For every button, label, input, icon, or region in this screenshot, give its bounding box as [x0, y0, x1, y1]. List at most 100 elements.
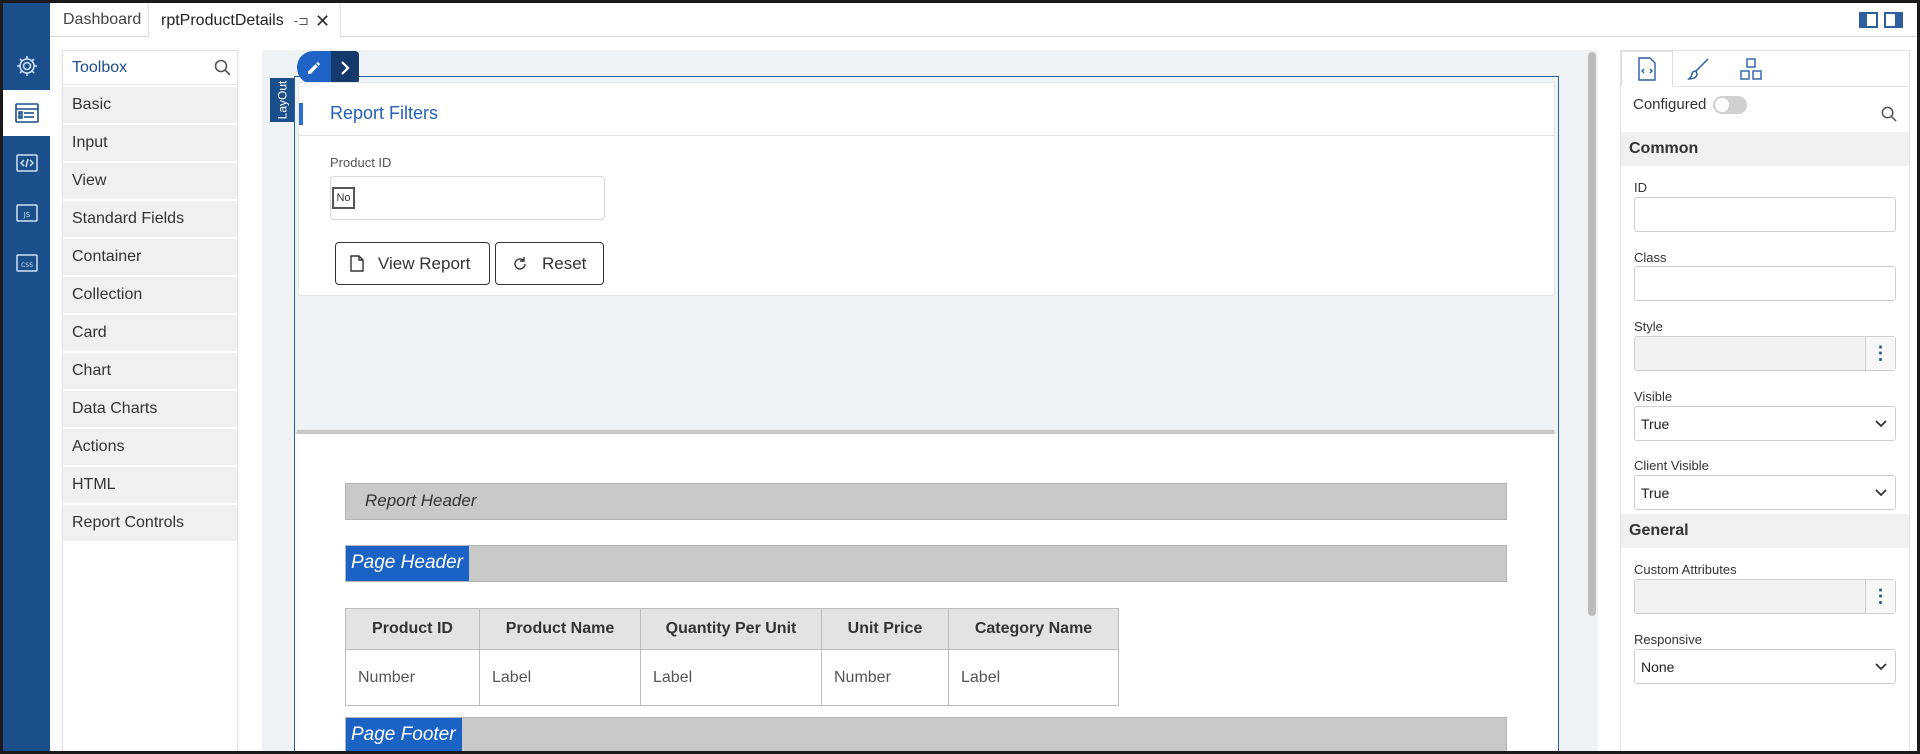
tab-rptproductdetails[interactable]: rptProductDetails -⊐ ✕: [148, 3, 342, 38]
toolbox-header: Toolbox: [63, 51, 237, 85]
right-panel-toggle-icon[interactable]: [1884, 12, 1903, 28]
table-cell[interactable]: Label: [948, 649, 1119, 706]
page-header-band[interactable]: Page Header: [345, 545, 1507, 582]
table-cell[interactable]: Label: [640, 649, 822, 706]
left-icon-rail: JS CSS: [3, 3, 50, 751]
table-header-cell[interactable]: Unit Price: [821, 608, 949, 650]
visible-select[interactable]: True: [1634, 406, 1896, 441]
js-icon[interactable]: JS: [3, 190, 50, 236]
toolbox-title: Toolbox: [72, 58, 128, 76]
toolbox-item-container[interactable]: Container: [63, 239, 237, 275]
divider: [299, 135, 1554, 136]
chevron-down-icon: [1875, 663, 1887, 671]
toolbox-item-card[interactable]: Card: [63, 315, 237, 351]
client-visible-label: Client Visible: [1634, 458, 1709, 473]
table-header-row: Product ID Product Name Quantity Per Uni…: [345, 608, 1119, 650]
chevron-down-icon: [1875, 420, 1887, 428]
filters-title: Report Filters: [299, 103, 438, 125]
toolbox-item-basic[interactable]: Basic: [63, 87, 237, 123]
toolbox-item-actions[interactable]: Actions: [63, 429, 237, 465]
reset-button[interactable]: Reset: [495, 242, 604, 285]
toolbox-item-view[interactable]: View: [63, 163, 237, 199]
canvas-scrollbar[interactable]: [1588, 52, 1596, 616]
toolbox-panel: Toolbox Basic Input View Standard Fields…: [62, 50, 238, 754]
table-header-cell[interactable]: Quantity Per Unit: [640, 608, 822, 650]
page-footer-band[interactable]: Page Footer: [345, 717, 1507, 754]
tab-components[interactable]: [1725, 51, 1777, 87]
chevron-right-icon[interactable]: [331, 51, 359, 84]
layout-tag[interactable]: LayOut: [270, 78, 294, 122]
report-header-label: Report Header: [365, 491, 477, 510]
table-cell[interactable]: Number: [821, 649, 949, 706]
report-design-area: [295, 434, 1558, 754]
class-input[interactable]: [1634, 266, 1896, 301]
view-report-button[interactable]: View Report: [335, 242, 490, 285]
visible-label: Visible: [1634, 389, 1673, 404]
reset-label: Reset: [542, 253, 587, 273]
toolbox-item-collection[interactable]: Collection: [63, 277, 237, 313]
svg-text:JS: JS: [22, 211, 30, 219]
search-icon[interactable]: [214, 59, 231, 81]
settings-gear-icon[interactable]: [3, 43, 50, 89]
document-icon: [350, 255, 364, 272]
tab-dashboard[interactable]: Dashboard: [63, 3, 141, 37]
tab-styles[interactable]: [1673, 51, 1725, 87]
svg-text:CSS: CSS: [21, 262, 33, 269]
table-header-cell[interactable]: Category Name: [948, 608, 1119, 650]
responsive-select[interactable]: None: [1634, 649, 1896, 684]
pencil-icon[interactable]: [297, 51, 331, 84]
code-icon[interactable]: [3, 140, 50, 186]
view-report-label: View Report: [378, 253, 471, 273]
properties-panel: Configured Common ID Class Style ⋮ Visib…: [1620, 50, 1910, 754]
css-icon[interactable]: CSS: [3, 240, 50, 286]
report-filters-card[interactable]: Report Filters Product ID No View Report…: [298, 82, 1555, 296]
close-icon[interactable]: ✕: [315, 12, 330, 30]
layout-toggle-group: [1859, 12, 1903, 28]
style-label: Style: [1634, 319, 1663, 334]
product-id-checkbox[interactable]: No: [332, 187, 355, 209]
toolbox-item-standard-fields[interactable]: Standard Fields: [63, 201, 237, 237]
product-id-field[interactable]: No: [330, 176, 605, 220]
form-designer-icon[interactable]: [3, 90, 50, 136]
configured-toggle[interactable]: [1713, 96, 1747, 114]
more-options-icon[interactable]: ⋮: [1865, 337, 1895, 370]
custom-attributes-label: Custom Attributes: [1634, 562, 1737, 577]
more-options-icon[interactable]: ⋮: [1865, 580, 1895, 613]
table-row: Number Label Label Number Label: [345, 649, 1119, 706]
client-visible-select[interactable]: True: [1634, 475, 1896, 510]
report-detail-table[interactable]: Product ID Product Name Quantity Per Uni…: [345, 608, 1119, 706]
table-cell[interactable]: Number: [345, 649, 480, 706]
toolbox-item-input[interactable]: Input: [63, 125, 237, 161]
document-tab-bar: Dashboard rptProductDetails -⊐ ✕: [50, 3, 1917, 38]
page-header-label: Page Header: [346, 546, 469, 581]
toolbox-category-list: Basic Input View Standard Fields Contain…: [63, 85, 237, 541]
pin-icon[interactable]: -⊐: [294, 13, 309, 29]
tab-dashboard-label: Dashboard: [63, 11, 142, 28]
brush-icon: [1687, 58, 1709, 80]
section-general[interactable]: General: [1621, 514, 1909, 548]
page-footer-label: Page Footer: [346, 718, 462, 753]
style-input[interactable]: ⋮: [1634, 336, 1896, 371]
left-panel-toggle-icon[interactable]: [1859, 12, 1878, 28]
shapes-icon: [1740, 58, 1762, 80]
table-header-cell[interactable]: Product Name: [479, 608, 641, 650]
class-label: Class: [1634, 250, 1667, 265]
table-cell[interactable]: Label: [479, 649, 641, 706]
tab-properties[interactable]: [1621, 51, 1673, 87]
toolbox-item-chart[interactable]: Chart: [63, 353, 237, 389]
custom-attributes-input[interactable]: ⋮: [1634, 579, 1896, 614]
chevron-down-icon: [1875, 489, 1887, 497]
report-header-band[interactable]: Report Header: [345, 483, 1507, 520]
section-common[interactable]: Common: [1621, 132, 1909, 166]
configured-label: Configured: [1633, 96, 1707, 113]
refresh-icon: [514, 256, 526, 270]
layout-edit-toolbar: [297, 51, 359, 84]
toolbox-item-html[interactable]: HTML: [63, 467, 237, 503]
toolbox-item-report-controls[interactable]: Report Controls: [63, 505, 237, 541]
product-id-label: Product ID: [330, 155, 392, 170]
table-header-cell[interactable]: Product ID: [345, 608, 480, 650]
id-input[interactable]: [1634, 197, 1896, 232]
search-icon[interactable]: [1881, 106, 1897, 125]
responsive-label: Responsive: [1634, 632, 1702, 647]
toolbox-item-data-charts[interactable]: Data Charts: [63, 391, 237, 427]
